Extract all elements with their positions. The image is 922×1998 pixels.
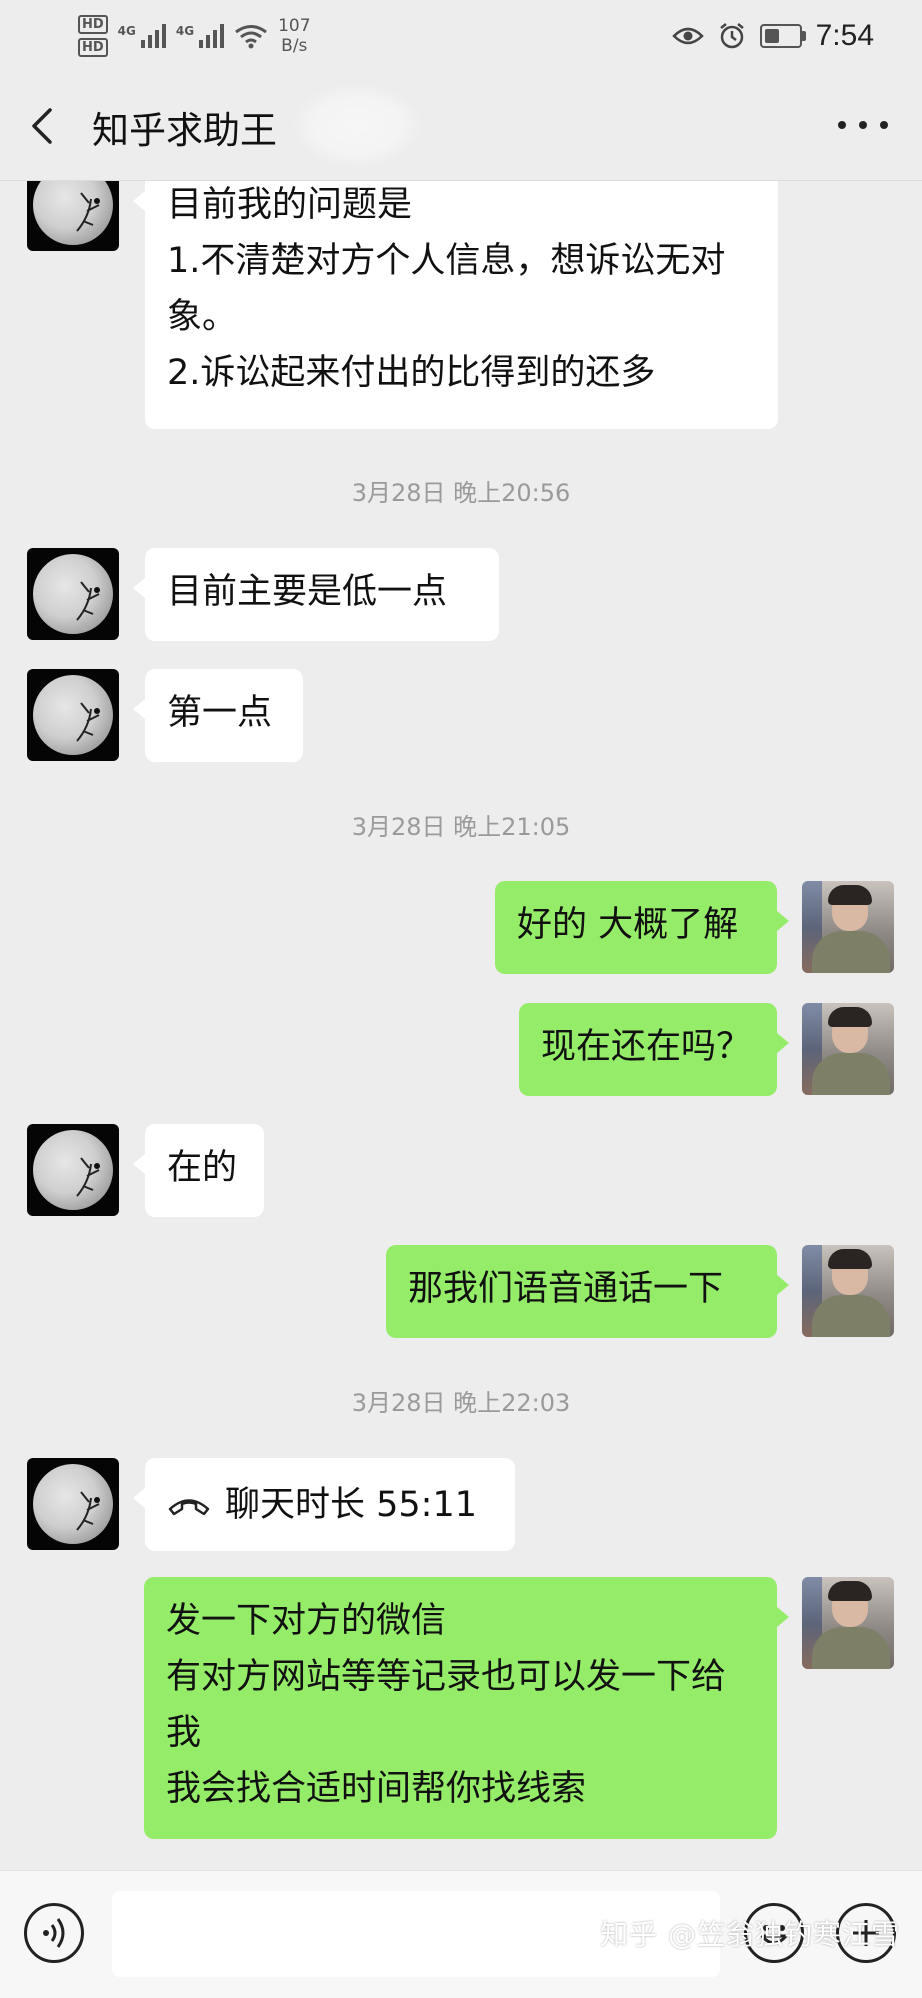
battery-icon	[759, 24, 806, 48]
contact-avatar[interactable]	[27, 181, 119, 251]
wifi-icon	[235, 25, 267, 49]
network2-label: 4G	[175, 24, 195, 38]
call-record[interactable]: 聊天时长 55:11	[133, 1458, 515, 1551]
contact-avatar[interactable]	[27, 1458, 119, 1550]
alarm-icon	[719, 23, 744, 49]
call-duration: 聊天时长 55:11	[225, 1484, 477, 1525]
user-avatar[interactable]	[802, 881, 894, 973]
network-speed: 107 B/s	[278, 16, 310, 56]
eye-icon	[671, 27, 704, 45]
message-list[interactable]: 目前我的问题是 1.不清楚对方个人信息，想诉讼无对象。 2.诉讼起来付出的比得到…	[0, 181, 922, 1870]
network1-label: 4G	[117, 24, 136, 38]
message-text[interactable]: 目前主要是低一点	[133, 548, 499, 641]
signal1-icon: 4G	[118, 24, 166, 48]
contact-avatar[interactable]	[27, 548, 119, 640]
status-right: 7:54	[671, 14, 874, 58]
user-avatar[interactable]	[802, 1003, 894, 1095]
contact-avatar[interactable]	[27, 669, 119, 761]
redacted-name-blur	[292, 84, 422, 168]
message-text[interactable]: 第一点	[133, 669, 303, 762]
message-text[interactable]: 发一下对方的微信 有对方网站等等记录也可以发一下给我 我会找合适时间帮你找线索	[144, 1577, 789, 1839]
message-text[interactable]: 那我们语音通话一下	[386, 1245, 789, 1338]
message-text[interactable]: 好的 大概了解	[495, 881, 789, 974]
contact-avatar[interactable]	[27, 1124, 119, 1216]
user-avatar[interactable]	[802, 1245, 894, 1337]
watermark: 知乎 @笠翁独钓寒江雪	[600, 1918, 900, 1951]
battery-fill	[764, 29, 779, 43]
back-icon[interactable]	[22, 104, 66, 148]
timestamp: 3月28日 晚上22:03	[351, 1389, 571, 1417]
more-options-icon[interactable]	[838, 114, 888, 136]
message-text[interactable]: 现在还在吗？	[519, 1003, 789, 1096]
timestamp: 3月28日 晚上21:05	[351, 813, 571, 841]
speed-unit: B/s	[281, 36, 308, 56]
input-bar: 知乎 @笠翁独钓寒江雪	[0, 1870, 922, 1998]
timestamp: 3月28日 晚上20:56	[351, 479, 571, 507]
status-bar: HD HD 4G 4G 107 B/s 7:54	[0, 0, 922, 70]
user-avatar[interactable]	[802, 1577, 894, 1669]
speed-value: 107	[278, 16, 311, 36]
hd2-icon: HD	[78, 38, 108, 57]
clock: 7:54	[815, 19, 874, 52]
message-text[interactable]: 目前我的问题是 1.不清楚对方个人信息，想诉讼无对象。 2.诉讼起来付出的比得到…	[133, 181, 778, 429]
hd1-icon: HD	[78, 15, 108, 34]
phone-hangup-icon	[168, 1498, 210, 1515]
voice-icon	[43, 1918, 65, 1948]
status-left: HD HD 4G 4G 107 B/s	[78, 14, 311, 58]
voice-input-button[interactable]	[24, 1903, 84, 1963]
message-text[interactable]: 在的	[133, 1124, 264, 1217]
chat-title: 知乎求助王	[92, 109, 277, 152]
signal2-icon: 4G	[175, 24, 225, 48]
chat-header: 知乎求助王	[0, 70, 922, 181]
hd-icons: HD HD	[78, 15, 108, 57]
